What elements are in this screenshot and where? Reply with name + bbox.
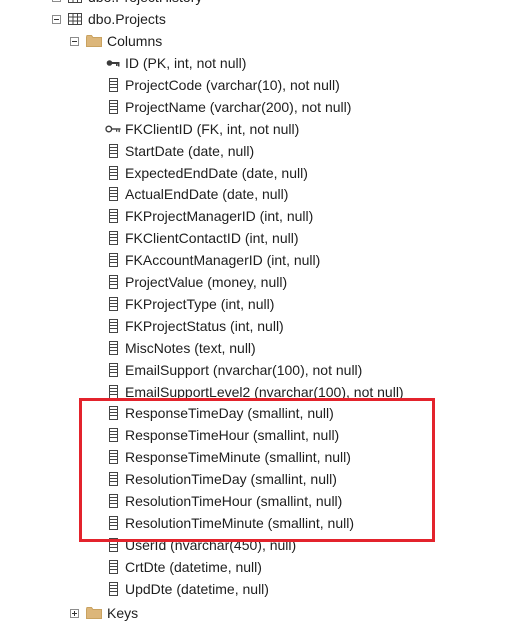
column-label: ResponseTimeMinute (smallint, null) xyxy=(125,449,351,465)
column-node[interactable]: ResolutionTimeHour (smallint, null) xyxy=(0,490,460,512)
column-node[interactable]: FKClientContactID (int, null) xyxy=(0,227,460,249)
column-icon xyxy=(109,560,118,574)
column-label: UpdDte (datetime, null) xyxy=(125,581,269,597)
column-node[interactable]: ExpectedEndDate (date, null) xyxy=(0,162,460,184)
expand-icon[interactable] xyxy=(70,609,79,618)
column-icon xyxy=(109,319,118,333)
column-label: MiscNotes (text, null) xyxy=(125,340,256,356)
tree-node-project-history[interactable]: dbo.ProjectHistory xyxy=(0,0,260,8)
folder-icon xyxy=(86,35,102,47)
column-label: ExpectedEndDate (date, null) xyxy=(125,165,308,181)
column-icon xyxy=(109,472,118,486)
table-label: dbo.Projects xyxy=(88,11,166,27)
column-node[interactable]: StartDate (date, null) xyxy=(0,140,460,162)
column-label: StartDate (date, null) xyxy=(125,143,255,159)
column-icon xyxy=(109,385,118,399)
column-node[interactable]: ProjectCode (varchar(10), not null) xyxy=(0,74,460,96)
column-node[interactable]: ProjectValue (money, null) xyxy=(0,271,460,293)
column-label: ProjectCode (varchar(10), not null) xyxy=(125,77,340,93)
column-label: ResolutionTimeDay (smallint, null) xyxy=(125,471,337,487)
column-label: EmailSupport (nvarchar(100), not null) xyxy=(125,362,363,378)
column-icon xyxy=(109,450,118,464)
folder-icon xyxy=(86,607,102,619)
foreign-key-icon xyxy=(105,125,121,133)
tree-node-columns-folder[interactable]: Columns xyxy=(0,30,260,52)
column-label: FKClientID (FK, int, not null) xyxy=(125,121,300,137)
column-icon xyxy=(109,187,118,201)
column-icon xyxy=(109,297,118,311)
column-icon xyxy=(109,78,118,92)
folder-label: Columns xyxy=(107,33,163,49)
column-icon xyxy=(109,231,118,245)
column-icon xyxy=(109,538,118,552)
column-node[interactable]: FKProjectType (int, null) xyxy=(0,293,460,315)
column-label: ResponseTimeDay (smallint, null) xyxy=(125,405,334,421)
column-node[interactable]: MiscNotes (text, null) xyxy=(0,337,460,359)
column-label: ActualEndDate (date, null) xyxy=(125,186,289,202)
column-node[interactable]: ProjectName (varchar(200), not null) xyxy=(0,96,460,118)
expand-icon[interactable] xyxy=(52,0,61,2)
column-icon xyxy=(109,100,118,114)
table-label: dbo.ProjectHistory xyxy=(88,0,202,8)
column-label: UserId (nvarchar(450), null) xyxy=(125,537,297,553)
column-label: FKProjectType (int, null) xyxy=(125,296,275,312)
column-icon xyxy=(109,253,118,267)
table-icon xyxy=(68,0,82,3)
table-icon xyxy=(68,13,82,25)
column-node[interactable]: ResponseTimeMinute (smallint, null) xyxy=(0,446,460,468)
column-node[interactable]: UpdDte (datetime, null) xyxy=(0,578,460,600)
column-label: FKProjectManagerID (int, null) xyxy=(125,208,314,224)
column-node[interactable]: FKProjectStatus (int, null) xyxy=(0,315,460,337)
column-icon xyxy=(109,209,118,223)
column-node[interactable]: UserId (nvarchar(450), null) xyxy=(0,534,460,556)
column-label: ID (PK, int, not null) xyxy=(125,55,247,71)
column-node[interactable]: FKClientID (FK, int, not null) xyxy=(0,118,460,140)
column-label: ResolutionTimeMinute (smallint, null) xyxy=(125,515,355,531)
collapse-icon[interactable] xyxy=(52,15,61,24)
column-node[interactable]: ResponseTimeHour (smallint, null) xyxy=(0,424,460,446)
column-label: ResolutionTimeHour (smallint, null) xyxy=(125,493,343,509)
column-icon xyxy=(109,363,118,377)
column-icon xyxy=(109,144,118,158)
column-label: EmailSupportLevel2 (nvarchar(100), not n… xyxy=(125,384,404,400)
column-node[interactable]: EmailSupport (nvarchar(100), not null) xyxy=(0,359,460,381)
collapse-icon[interactable] xyxy=(70,37,79,46)
column-icon xyxy=(109,166,118,180)
column-node[interactable]: ResponseTimeDay (smallint, null) xyxy=(0,402,460,424)
column-node[interactable]: EmailSupportLevel2 (nvarchar(100), not n… xyxy=(0,381,460,403)
column-node[interactable]: FKProjectManagerID (int, null) xyxy=(0,205,460,227)
column-icon xyxy=(109,275,118,289)
column-icon xyxy=(109,516,118,530)
column-label: ProjectValue (money, null) xyxy=(125,274,288,290)
column-icon xyxy=(109,582,118,596)
column-icon xyxy=(109,494,118,508)
column-label: FKClientContactID (int, null) xyxy=(125,230,299,246)
column-icon xyxy=(109,341,118,355)
column-node[interactable]: ID (PK, int, not null) xyxy=(0,52,460,74)
column-label: ResponseTimeHour (smallint, null) xyxy=(125,427,340,443)
column-node[interactable]: ResolutionTimeDay (smallint, null) xyxy=(0,468,460,490)
column-label: CrtDte (datetime, null) xyxy=(125,559,262,575)
column-icon xyxy=(109,406,118,420)
column-node[interactable]: ActualEndDate (date, null) xyxy=(0,183,460,205)
column-node[interactable]: CrtDte (datetime, null) xyxy=(0,556,460,578)
column-label: ProjectName (varchar(200), not null) xyxy=(125,99,352,115)
column-icon xyxy=(109,428,118,442)
column-label: FKProjectStatus (int, null) xyxy=(125,318,284,334)
column-node[interactable]: FKAccountManagerID (int, null) xyxy=(0,249,460,271)
tree-node-projects[interactable]: dbo.Projects xyxy=(0,8,260,30)
primary-key-icon xyxy=(106,60,120,67)
column-label: FKAccountManagerID (int, null) xyxy=(125,252,321,268)
column-node[interactable]: ResolutionTimeMinute (smallint, null) xyxy=(0,512,460,534)
